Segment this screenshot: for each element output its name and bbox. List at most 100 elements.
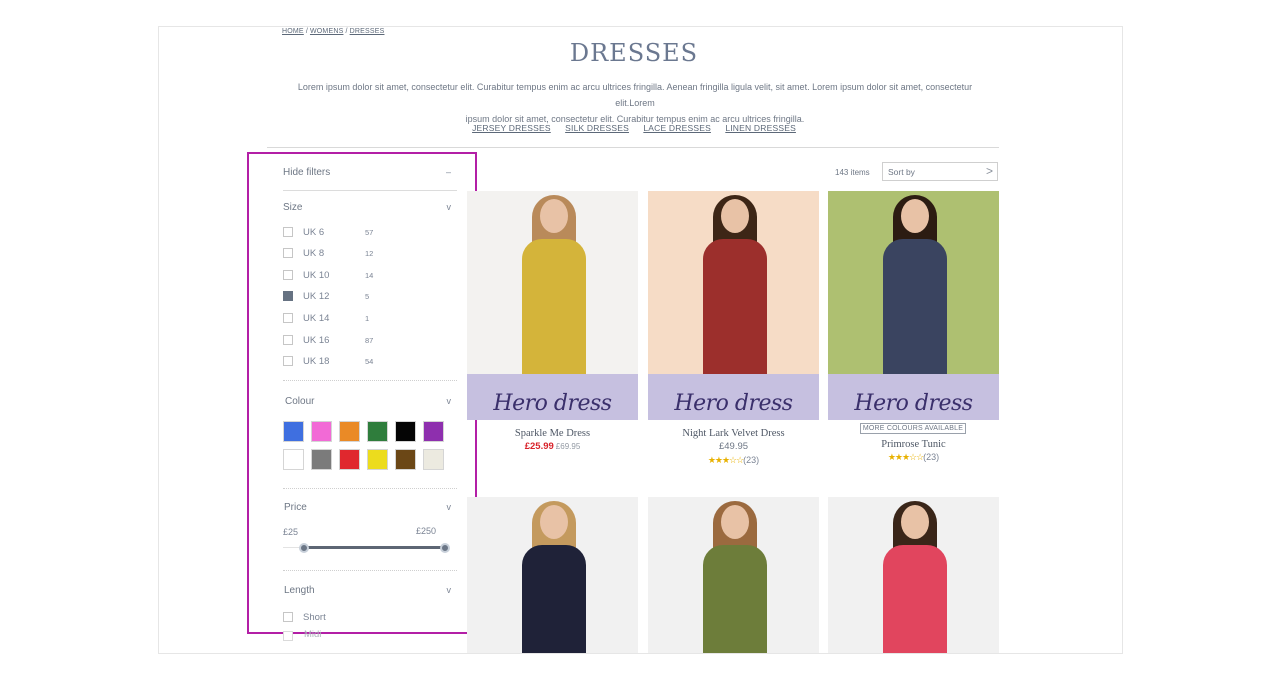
size-label: UK 12 [303,291,330,302]
size-count: 1 [365,314,370,323]
model-head [720,505,749,539]
chevron-down-icon: v [446,585,452,595]
sort-dropdown[interactable]: Sort by > [882,162,998,181]
length-checkbox[interactable] [283,612,293,622]
price-filter-header[interactable]: Price v [284,502,457,513]
hero-dress-label: Hero dress [854,391,973,416]
more-colours-badge: MORE COLOURS AVAILABLE [860,423,966,434]
subcategory-linen[interactable]: LINEN DRESSES [725,123,796,133]
product-name[interactable]: Primrose Tunic [828,439,999,450]
size-label: UK 16 [303,335,330,346]
colour-swatch[interactable] [423,421,444,442]
subcategory-links: JERSEY DRESSES SILK DRESSES LACE DRESSES… [159,123,1109,133]
hide-filters-label: Hide filters [283,167,331,178]
price-filter-label: Price [284,502,307,513]
product-price: £25.99 £69.95 [467,441,638,452]
intro-line-1: Lorem ipsum dolor sit amet, consectetur … [297,82,973,108]
size-label: UK 6 [303,227,325,238]
length-checkbox[interactable] [283,631,293,641]
price-slider-max-handle[interactable] [440,543,450,553]
product-image[interactable] [648,497,819,653]
colour-swatch[interactable] [395,421,416,442]
model-dress [702,545,767,653]
items-count: 143 items [835,168,870,177]
colour-swatch[interactable] [423,449,444,470]
colour-swatch[interactable] [395,449,416,470]
colour-swatch[interactable] [339,449,360,470]
filters-divider [283,190,457,191]
colour-swatch[interactable] [283,449,304,470]
model-head [539,505,568,539]
colour-swatch[interactable] [367,449,388,470]
size-count: 87 [365,336,374,345]
size-label: UK 18 [303,356,330,367]
intro-text: Lorem ipsum dolor sit amet, consectetur … [279,79,991,127]
page-title: DRESSES [569,39,699,67]
review-count: (23) [923,452,940,462]
subcategory-silk[interactable]: SILK DRESSES [565,123,629,133]
colour-swatch[interactable] [367,421,388,442]
product-name[interactable]: Sparkle Me Dress [467,428,638,439]
product-image[interactable] [467,497,638,653]
header-divider [267,147,999,148]
model-head [900,199,929,233]
size-checkbox[interactable] [283,270,293,280]
hide-filters-toggle[interactable]: Hide filters – [283,167,457,178]
product-price: £49.95 [718,441,749,452]
size-checkbox[interactable] [283,356,293,366]
size-count: 12 [365,249,374,258]
price-slider-range [303,546,445,549]
review-count: (23) [743,455,760,465]
breadcrumb-womens[interactable]: WOMENS [310,28,343,35]
subcategory-lace[interactable]: LACE DRESSES [643,123,711,133]
model-figure [518,195,588,409]
colour-swatch[interactable] [311,449,332,470]
chevron-right-icon: > [985,164,993,178]
colour-swatch[interactable] [339,421,360,442]
price-min-label: £25 [283,527,299,537]
size-count: 5 [365,292,370,301]
colour-swatch[interactable] [311,421,332,442]
star-rating-icon: ★★★☆☆ [707,455,744,465]
subcategory-jersey[interactable]: JERSEY DRESSES [472,123,551,133]
product-image[interactable]: Hero dress [467,191,638,420]
product-name[interactable]: Night Lark Velvet Dress [648,428,819,439]
size-checkbox[interactable] [283,313,293,323]
size-count: 14 [365,271,374,280]
model-dress [521,545,586,653]
minus-icon: – [445,167,451,177]
size-checkbox[interactable] [283,227,293,237]
size-checkbox[interactable] [283,248,293,258]
breadcrumb-separator: / [305,28,308,35]
model-figure [879,501,949,653]
filters-panel: Hide filters – Size v UK 6 57 UK 8 12 UK… [247,152,477,634]
breadcrumb-dresses[interactable]: DRESSES [350,28,385,35]
size-filter-header[interactable]: Size v [283,202,457,213]
colour-filter-label: Colour [285,396,315,407]
model-dress [882,545,947,653]
price-slider-min-handle[interactable] [299,543,309,553]
colour-filter-header[interactable]: Colour v [285,396,457,407]
product-rating: ★★★☆☆(23) [648,455,819,466]
size-count: 54 [365,357,374,366]
size-checkbox-checked[interactable] [283,291,293,301]
filters-divider [283,380,457,381]
length-filter-header[interactable]: Length v [284,585,457,596]
product-image[interactable] [828,497,999,653]
breadcrumb-home[interactable]: HOME [282,28,304,35]
size-label: UK 8 [303,248,325,259]
size-checkbox[interactable] [283,335,293,345]
size-label: UK 10 [303,270,330,281]
colour-swatch[interactable] [283,421,304,442]
product-image[interactable]: Hero dress [648,191,819,420]
sale-price: £25.99 [524,441,554,452]
hero-dress-label: Hero dress [674,391,793,416]
product-image[interactable]: Hero dress [828,191,999,420]
size-label: UK 14 [303,313,330,324]
star-rating-icon: ★★★☆☆ [887,452,924,462]
length-label: Midi [304,629,322,640]
model-head [720,199,749,233]
hero-dress-label: Hero dress [493,391,612,416]
model-head [539,199,568,233]
size-count: 57 [365,228,374,237]
